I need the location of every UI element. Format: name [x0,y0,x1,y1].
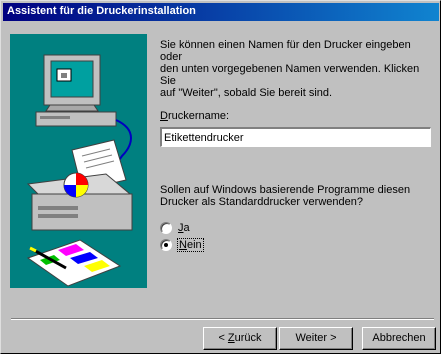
printer-name-input[interactable]: Etikettendrucker [160,127,431,147]
printer-name-label-text: ruckername: [167,110,230,122]
default-printer-question: Sollen auf Windows basierende Programme … [160,184,411,208]
intro-text: Sie können einen Namen für den Drucker e… [160,39,420,99]
window-title: Assistent für die Druckerinstallation [7,5,196,17]
back-button-label: urück [234,332,262,344]
separator-line [11,318,434,320]
printer-name-label: Druckername: [160,110,229,122]
radio-yes-circle[interactable] [160,222,172,234]
back-button-prefix: < [218,332,228,344]
radio-yes[interactable]: Ja [160,221,191,235]
radio-no-label[interactable]: Nein [177,238,204,252]
printer-name-value: Etikettendrucker [164,132,244,144]
radio-yes-label-text: a [183,222,190,234]
radio-selected-dot [164,243,168,247]
radio-no-mnemonic: N [179,239,187,251]
back-button-mnemonic: Z [227,332,235,344]
cancel-button-label: Abbrechen [372,332,426,344]
next-button-label: Weiter > [295,332,337,344]
wizard-window: Assistent für die Druckerinstallation Si… [0,0,441,354]
cancel-button[interactable]: Abbrechen [362,327,436,350]
radio-no[interactable]: Nein [160,238,204,252]
title-bar[interactable]: Assistent für die Druckerinstallation [3,3,439,21]
next-button[interactable]: Weiter > [279,327,353,350]
radio-no-label-text: ein [186,239,202,251]
printer-illustration [10,34,147,288]
printer-name-mnemonic: D [160,110,168,122]
radio-no-circle[interactable] [160,239,172,251]
back-button[interactable]: < Zurück [203,327,277,350]
radio-yes-label[interactable]: Ja [177,222,191,234]
computer-printer-icon [26,54,133,287]
